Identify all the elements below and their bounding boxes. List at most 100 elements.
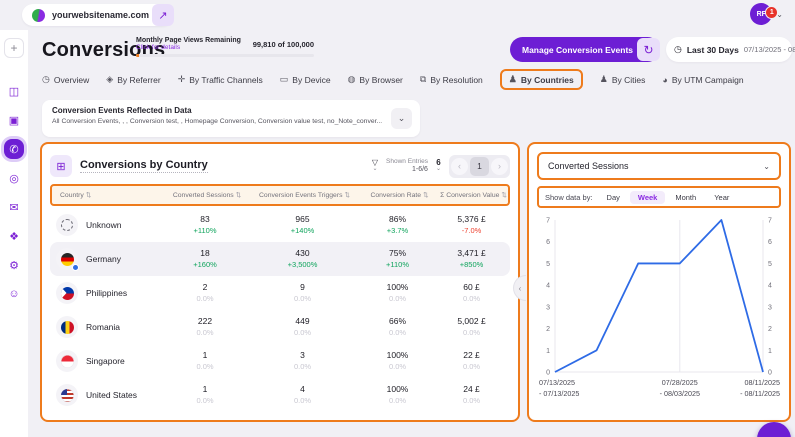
manage-button-label: Manage Conversion Events <box>522 45 633 55</box>
date-range-picker[interactable]: ◷ Last 30 Days 07/13/2025 - 08/12/2025 ⌄ <box>666 37 792 62</box>
cell-value: 100% <box>360 350 435 361</box>
table-row-philippines[interactable]: Philippines20.0%90.0%100%0.0%60 £0.0% <box>50 276 510 310</box>
granularity-day[interactable]: Day <box>599 191 628 204</box>
table-icon: ⊞ <box>50 155 72 177</box>
table-row-singapore[interactable]: Singapore10.0%30.0%100%0.0%22 £0.0% <box>50 344 510 378</box>
cell-delta: +160% <box>165 259 245 270</box>
column-label: Country <box>60 192 84 199</box>
cell-value: 83 <box>165 214 245 225</box>
pagination: ‹ 1 › <box>449 155 510 178</box>
by-utm-campaign-icon: ◕ <box>662 75 667 85</box>
tab-by-cities[interactable]: ♟By Cities <box>600 74 646 85</box>
current-page[interactable]: 1 <box>470 157 489 176</box>
metric-dropdown[interactable]: Converted Sessions ⌄ <box>537 152 781 180</box>
account-menu[interactable]: RF 1 ⌄ <box>750 3 783 25</box>
table-row-germany[interactable]: Germany18+160%430+3,500%75%+110%3,471 £+… <box>50 242 510 276</box>
tab-by-resolution[interactable]: ⧉By Resolution <box>420 74 483 85</box>
granularity-month[interactable]: Month <box>667 191 704 204</box>
sidebar-item-behavior[interactable]: ◎ <box>4 168 24 188</box>
refresh-icon: ↻ <box>643 43 653 57</box>
cell-delta: 0.0% <box>245 327 360 338</box>
refresh-button[interactable]: ↻ <box>637 38 660 61</box>
table-row-romania[interactable]: Romania2220.0%4490.0%66%0.0%5,002 £0.0% <box>50 310 510 344</box>
clock-icon: ◷ <box>674 44 682 55</box>
tab-overview[interactable]: ◷Overview <box>42 74 89 85</box>
sort-icon[interactable]: ⇅ <box>345 192 350 199</box>
de-flag-icon <box>56 248 78 270</box>
tab-by-device[interactable]: ▭By Device <box>280 74 331 85</box>
cell-value: 18 <box>165 248 245 259</box>
column-label: Conversion Events Triggers <box>259 192 343 199</box>
page-views-count: 99,810 of 100,000 <box>253 40 314 49</box>
cell-delta: 0.0% <box>435 361 508 372</box>
line-chart: 001122334455667707/13/2025- 07/13/202507… <box>537 212 781 408</box>
cell-delta: 0.0% <box>245 361 360 372</box>
metric-cell: 18+160% <box>165 248 245 270</box>
country-name: Unknown <box>86 220 121 230</box>
tab-by-traffic-channels[interactable]: ✛By Traffic Channels <box>178 74 263 85</box>
open-website-button[interactable]: ↗ <box>152 4 174 26</box>
website-domain: yourwebsitename.com <box>52 10 149 20</box>
sidebar-item-feedback[interactable]: ✉ <box>4 197 24 217</box>
selected-dot <box>72 264 79 271</box>
sidebar-item-conversions[interactable]: ✆ <box>4 139 24 159</box>
next-page-button[interactable]: › <box>491 158 508 175</box>
metric-cell: 2220.0% <box>165 316 245 338</box>
unknown-flag-icon <box>56 214 78 236</box>
granularity-year[interactable]: Year <box>706 191 737 204</box>
by-traffic-channels-icon: ✛ <box>178 74 186 85</box>
page-views-details-link[interactable]: Click for details <box>136 44 241 51</box>
tab-by-countries[interactable]: ♟By Countries <box>500 69 583 90</box>
metric-cell: 90.0% <box>245 282 360 304</box>
table-row-unknown[interactable]: Unknown83+110%965+140%86%+3.7%5,376 £-7.… <box>50 208 510 242</box>
cell-value: 5,376 £ <box>435 214 508 225</box>
ro-flag-icon <box>56 316 78 338</box>
metric-cell: 5,376 £-7.0% <box>435 214 508 236</box>
cell-value: 965 <box>245 214 360 225</box>
cell-delta: +140% <box>245 225 360 236</box>
sidebar-item-privacy[interactable]: ❖ <box>4 226 24 246</box>
cell-delta: 0.0% <box>165 293 245 304</box>
sort-icon[interactable]: ⇅ <box>501 192 506 199</box>
y-axis-tick-right: 5 <box>768 261 772 268</box>
filter-button[interactable]: ▽ ⌄ <box>372 160 378 172</box>
chevron-down-icon: ⌄ <box>372 166 377 172</box>
sort-icon[interactable]: ⇅ <box>236 192 241 199</box>
cell-value: 75% <box>360 248 435 259</box>
prev-page-button[interactable]: ‹ <box>451 158 468 175</box>
sidebar-item-events[interactable]: ▣ <box>4 110 24 130</box>
cell-value: 430 <box>245 248 360 259</box>
sidebar-item-account[interactable]: ☺ <box>4 284 24 304</box>
page-size-selector[interactable]: 6 ⌄ <box>436 159 441 173</box>
column-header-conversion-events-triggers: Conversion Events Triggers⇅ <box>247 191 362 199</box>
tab-by-referrer[interactable]: ◈By Referrer <box>106 74 160 85</box>
metric-cell: 40.0% <box>245 384 360 406</box>
metric-cell: 5,002 £0.0% <box>435 316 508 338</box>
tab-by-browser[interactable]: ◍By Browser <box>348 74 403 85</box>
tab-by-utm-campaign[interactable]: ◕By UTM Campaign <box>662 75 743 85</box>
sidebar-item-statistics[interactable]: ◫ <box>4 81 24 101</box>
banner-expand-button[interactable]: ⌄ <box>391 108 412 129</box>
column-label: Conversion Rate <box>370 192 421 199</box>
metric-cell: 965+140% <box>245 214 360 236</box>
cell-delta: 0.0% <box>360 395 435 406</box>
table-row-united-states[interactable]: United States10.0%40.0%100%0.0%24 £0.0% <box>50 378 510 412</box>
conversions-icon: ✆ <box>9 143 18 156</box>
conversions-chart: 001122334455667707/13/2025- 07/13/202507… <box>537 212 781 408</box>
sidebar-item-add-website[interactable]: + <box>4 38 24 58</box>
sort-icon[interactable]: ⇅ <box>423 192 428 199</box>
metric-cell: 75%+110% <box>360 248 435 270</box>
metric-cell: 66%0.0% <box>360 316 435 338</box>
sg-flag-icon <box>56 350 78 372</box>
add-website-icon: + <box>10 41 17 55</box>
avatar[interactable]: RF 1 <box>750 3 772 25</box>
sidebar: + ◫ ▣ ✆ ◎ ✉ ❖ ⚙ ☺ <box>0 30 28 437</box>
website-selector[interactable]: yourwebsitename.com ⌄ <box>22 4 173 26</box>
feedback-icon: ✉ <box>9 201 18 214</box>
cell-value: 22 £ <box>435 350 508 361</box>
sidebar-item-settings[interactable]: ⚙ <box>4 255 24 275</box>
statistics-icon: ◫ <box>9 85 19 98</box>
sort-icon[interactable]: ⇅ <box>86 192 91 199</box>
banner-title: Conversion Events Reflected in Data <box>52 106 410 115</box>
granularity-week[interactable]: Week <box>630 191 665 204</box>
